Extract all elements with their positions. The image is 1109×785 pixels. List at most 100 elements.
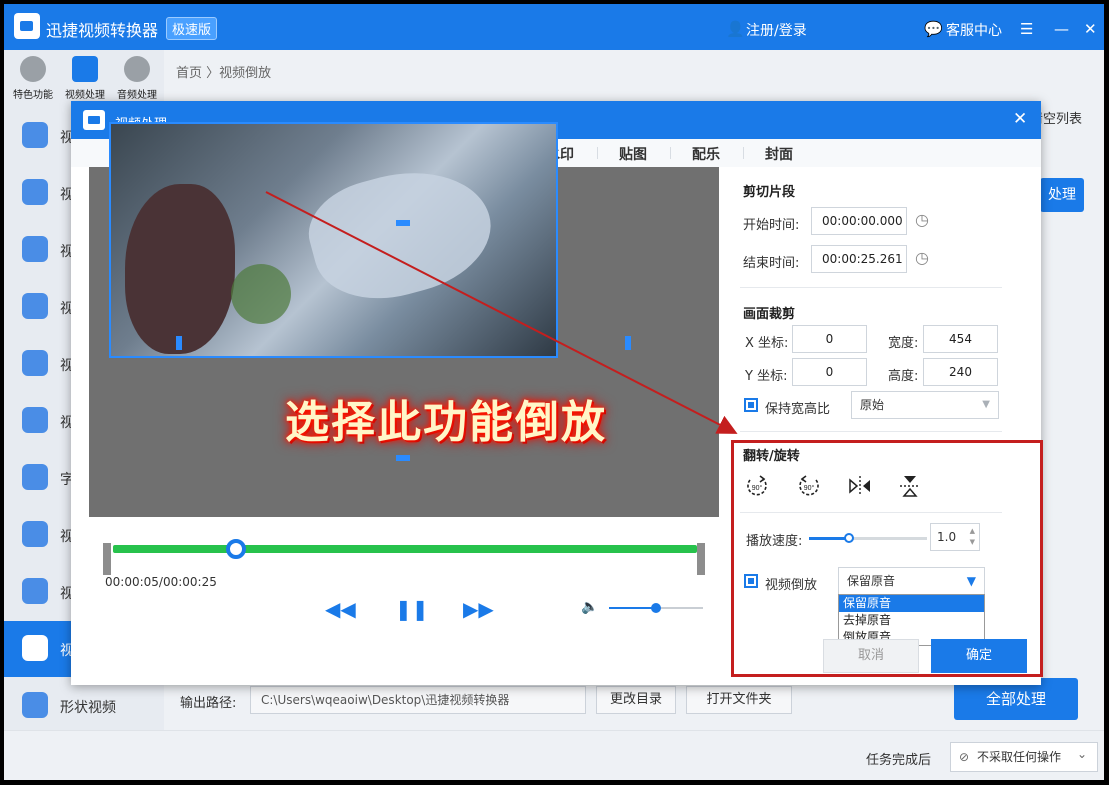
annotation-text: 选择此功能倒放 [285, 397, 607, 448]
rotate-left-90-icon[interactable]: 90° [795, 472, 823, 500]
clock-icon[interactable]: ◷ [915, 210, 929, 229]
chevron-down-icon: ▼ [966, 574, 976, 588]
output-path-field[interactable]: C:\Users\wqeaoiw\Desktop\迅捷视频转换器 [250, 686, 586, 714]
fast-forward-icon[interactable]: ▶▶ [463, 597, 494, 621]
process-button[interactable]: 处理 [1040, 178, 1084, 212]
login-link[interactable]: 注册/登录 [746, 20, 807, 40]
speed-value: 1.0 [937, 530, 957, 544]
video-frame [109, 122, 558, 358]
sidebar-item-label: 形状视频 [60, 700, 116, 716]
x-coord-input[interactable]: 0 [792, 325, 867, 353]
divider [740, 287, 1002, 288]
speed-slider[interactable] [809, 533, 927, 543]
clock-icon[interactable]: ◷ [915, 248, 929, 267]
option-keep-audio[interactable]: 保留原音 [839, 595, 984, 612]
option-remove-audio[interactable]: 去掉原音 [839, 612, 984, 629]
app-logo-icon [14, 13, 40, 39]
end-time-input[interactable]: 00:00:25.261 [811, 245, 907, 273]
crop-icon [22, 521, 48, 547]
video-icon [72, 56, 98, 82]
divider [740, 512, 1002, 513]
tab-cover[interactable]: 封面 [765, 144, 793, 164]
service-center-link[interactable]: 客服中心 [946, 20, 1002, 40]
flip-vertical-icon[interactable] [896, 472, 924, 500]
keep-ratio-checkbox[interactable] [744, 398, 758, 412]
rotate-label: 90° [752, 484, 763, 492]
minimize-icon[interactable]: — [1054, 20, 1069, 38]
crop-handle-top[interactable] [396, 220, 410, 226]
rotate-right-90-icon[interactable]: 90° [743, 472, 771, 500]
sidebar-item-shape-video[interactable]: 形状视频 [4, 678, 164, 734]
chevron-down-icon: ▼ [982, 399, 990, 410]
volume-slider[interactable] [609, 603, 703, 613]
crop-handle-left[interactable] [176, 336, 182, 350]
gif-icon [22, 293, 48, 319]
dialog-close-icon[interactable]: ✕ [1013, 109, 1027, 129]
rewind-icon[interactable]: ◀◀ [325, 597, 356, 621]
crop-section-title: 画面裁剪 [743, 307, 796, 322]
trim-end-handle[interactable] [697, 543, 705, 575]
user-icon: 👤 [726, 20, 745, 38]
reverse-audio-select[interactable]: 保留原音 ▼ [838, 567, 985, 595]
video-play-icon [22, 407, 48, 433]
y-coord-input[interactable]: 0 [792, 358, 867, 386]
flip-horizontal-icon[interactable] [846, 472, 874, 500]
start-time-label: 开始时间: [743, 218, 800, 233]
frost-leaf-shape [298, 152, 504, 316]
height-input[interactable]: 240 [923, 358, 998, 386]
reverse-checkbox[interactable] [744, 574, 758, 588]
audio-icon [124, 56, 150, 82]
pause-icon[interactable]: ❚❚ [395, 597, 429, 621]
nav-video[interactable]: 视频处理 [60, 56, 110, 101]
time-readout: 00:00:05/00:00:25 [105, 575, 217, 589]
star-icon [22, 464, 48, 490]
nav-video-label: 视频处理 [65, 90, 105, 101]
app-title: 迅捷视频转换器 [46, 21, 159, 40]
shape-video-icon [22, 692, 48, 718]
ratio-select-value: 原始 [860, 398, 885, 412]
open-folder-button[interactable]: 打开文件夹 [686, 686, 792, 714]
width-input[interactable]: 454 [923, 325, 998, 353]
divider [740, 431, 1002, 432]
nav-featured[interactable]: 特色功能 [8, 56, 58, 101]
timeline-track[interactable] [113, 545, 697, 553]
ratio-select[interactable]: 原始 ▼ [851, 391, 999, 419]
start-time-input[interactable]: 00:00:00.000 [811, 207, 907, 235]
video-grid-icon [22, 578, 48, 604]
volume-icon: 🔈 [581, 599, 599, 615]
grass-shape [231, 264, 291, 324]
keep-ratio-label: 保持宽高比 [765, 402, 831, 417]
ok-button[interactable]: 确定 [931, 639, 1027, 673]
nav-featured-label: 特色功能 [13, 90, 53, 101]
video-stamp-icon [22, 122, 48, 148]
reverse-label: 视频倒放 [765, 578, 818, 593]
film-icon [22, 179, 48, 205]
close-icon[interactable]: ✕ [1084, 20, 1097, 38]
playhead[interactable] [225, 539, 246, 559]
menu-icon[interactable]: ☰ [1020, 20, 1033, 38]
x-coord-label: X 坐标: [745, 336, 789, 351]
nav-audio[interactable]: 音频处理 [112, 56, 162, 101]
reverse-audio-value: 保留原音 [847, 574, 896, 588]
tab-music[interactable]: 配乐 [692, 144, 720, 164]
clip-section-title: 剪切片段 [743, 185, 796, 200]
crop-handle-right[interactable] [625, 336, 631, 350]
timeline: 00:00:05/00:00:25 ◀◀ ❚❚ ▶▶ 🔈 [89, 517, 719, 629]
edition-badge: 极速版 [166, 17, 218, 40]
spinner-arrows-icon[interactable]: ▲ ▼ [970, 526, 975, 548]
featured-icon [20, 56, 46, 82]
tab-sticker[interactable]: 贴图 [619, 144, 647, 164]
task-done-select[interactable]: 不采取任何操作 [950, 740, 1098, 772]
cancel-button[interactable]: 取消 [823, 639, 919, 673]
task-done-label: 任务完成后 [866, 753, 932, 768]
change-dir-button[interactable]: 更改目录 [596, 686, 676, 714]
leaf-shape [125, 184, 235, 354]
video-merge-icon [22, 236, 48, 262]
speed-spinbox[interactable]: 1.0 ▲ ▼ [930, 523, 980, 551]
video-camera-icon [83, 110, 105, 130]
trim-start-handle[interactable] [103, 543, 111, 575]
rotate-label: 90° [804, 484, 815, 492]
crop-handle-bottom[interactable] [396, 455, 410, 461]
height-label: 高度: [888, 369, 919, 384]
volume-knob[interactable] [651, 603, 661, 613]
